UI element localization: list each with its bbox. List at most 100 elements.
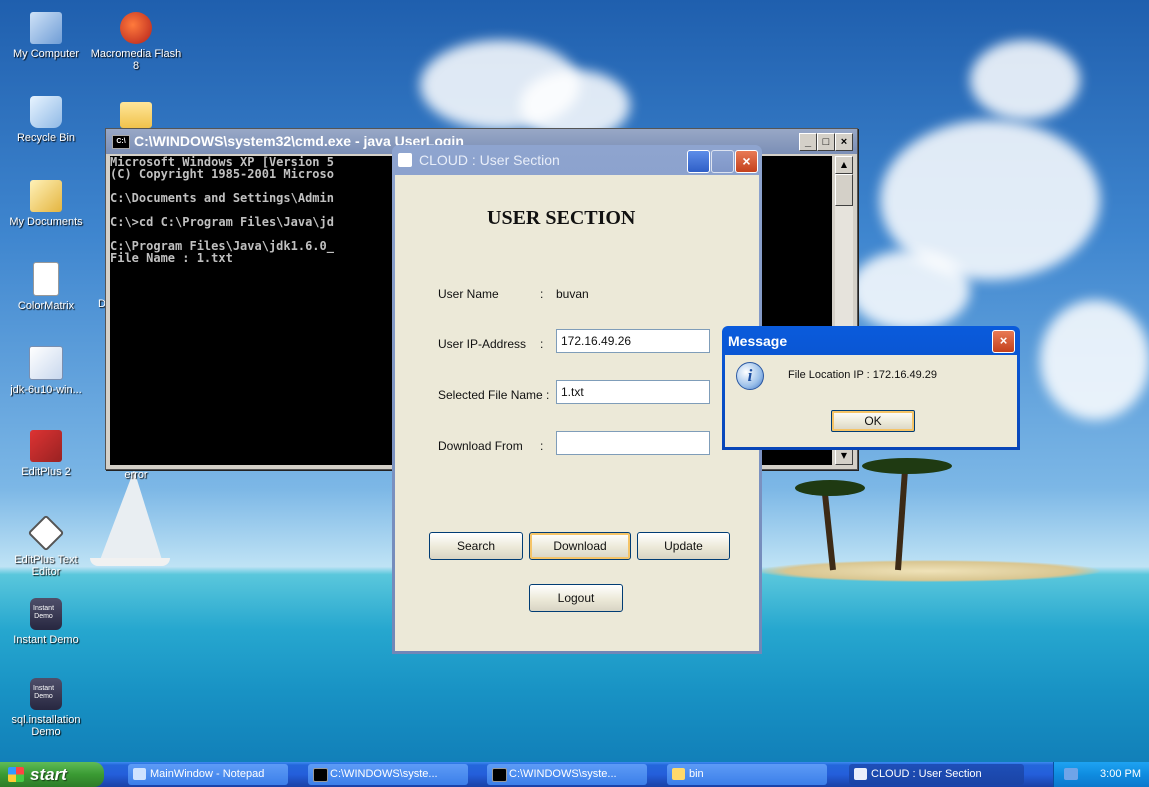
desktop-icon-label: sql.installation Demo xyxy=(11,714,81,738)
cloud-shape xyxy=(1040,300,1149,420)
desktop-icon-jdk-installer[interactable]: jdk-6u10-win... xyxy=(0,346,92,396)
taskbar-item-notepad[interactable]: MainWindow - Notepad xyxy=(128,764,288,785)
scroll-thumb[interactable] xyxy=(835,174,853,206)
minimize-button[interactable]: _ xyxy=(799,133,817,151)
desktop-icon-macromedia-flash[interactable]: Macromedia Flash 8 xyxy=(90,12,182,72)
desktop-icon-label: My Computer xyxy=(12,48,80,60)
desktop-icon-my-documents[interactable]: My Documents xyxy=(0,180,92,228)
update-button[interactable]: Update xyxy=(637,532,730,560)
network-icon[interactable] xyxy=(1064,768,1078,780)
boat-hull xyxy=(90,558,170,566)
desktop-icon-label: Recycle Bin xyxy=(16,132,76,144)
cloud-shape xyxy=(850,250,970,330)
cloud-user-section-window[interactable]: CLOUD : User Section × USER SECTION User… xyxy=(392,145,762,654)
taskbar-item-label: MainWindow - Notepad xyxy=(150,768,265,780)
user-name-value: buvan xyxy=(556,287,589,301)
cloud-title-bar[interactable]: CLOUD : User Section × xyxy=(392,145,762,175)
close-button[interactable]: × xyxy=(992,330,1015,353)
desktop-icon-editplus-2[interactable]: EditPlus 2 xyxy=(0,430,92,478)
console-icon: C:\ xyxy=(112,135,130,149)
taskbar-item-cloud-user-section[interactable]: CLOUD : User Section xyxy=(849,764,1024,785)
recycle-bin-icon xyxy=(30,96,62,128)
start-button[interactable]: start xyxy=(0,762,104,787)
palm-tree xyxy=(821,490,836,571)
minimize-button[interactable] xyxy=(687,150,710,173)
notepad-icon xyxy=(133,768,146,780)
desktop: My Computer Macromedia Flash 8 Recycle B… xyxy=(0,0,1149,787)
instant-demo-icon: Instant Demo xyxy=(30,598,62,630)
taskbar: start MainWindow - Notepad C:\WINDOWS\sy… xyxy=(0,762,1149,787)
message-title-bar[interactable]: Message × xyxy=(722,326,1020,355)
folder-icon xyxy=(120,102,152,128)
ip-address-field[interactable]: 172.16.49.26 xyxy=(556,329,710,353)
maximize-button[interactable]: □ xyxy=(817,133,835,151)
clock[interactable]: 3:00 PM xyxy=(1100,762,1141,787)
selected-file-label: Selected File Name : xyxy=(438,388,550,402)
palm-leaves xyxy=(795,480,865,496)
desktop-icon-label: Macromedia Flash 8 xyxy=(90,48,182,72)
message-dialog[interactable]: Message × i File Location IP : 172.16.49… xyxy=(722,326,1020,450)
download-from-label: Download From xyxy=(438,439,523,453)
selected-file-field[interactable]: 1.txt xyxy=(556,380,710,404)
message-text: File Location IP : 172.16.49.29 xyxy=(788,369,938,381)
system-tray: 3:00 PM xyxy=(1053,762,1149,787)
island xyxy=(760,560,1100,582)
documents-folder-icon xyxy=(30,180,62,212)
taskbar-item-cmd-1[interactable]: C:\WINDOWS\syste... xyxy=(308,764,468,785)
palm-tree xyxy=(895,470,908,571)
maximize-button xyxy=(711,150,734,173)
java-icon xyxy=(398,153,412,167)
user-name-label: User Name xyxy=(438,287,499,301)
taskbar-item-label: C:\WINDOWS\syste... xyxy=(509,768,617,780)
cloud-window-title: CLOUD : User Section xyxy=(419,152,560,168)
desktop-icon-label: My Documents xyxy=(9,216,83,228)
sailboat xyxy=(100,470,162,560)
windows-logo-icon xyxy=(8,767,24,782)
desktop-icon-folder[interactable] xyxy=(90,96,182,132)
close-button[interactable]: × xyxy=(735,150,758,173)
editor-shortcut-icon xyxy=(27,514,65,552)
download-from-field[interactable] xyxy=(556,431,710,455)
desktop-icon-label: EditPlus Text Editor xyxy=(14,554,78,578)
user-name-separator: : xyxy=(540,287,544,301)
close-button[interactable]: × xyxy=(835,133,853,151)
scroll-up-arrow-icon[interactable]: ▲ xyxy=(835,156,853,174)
desktop-icon-sql-installation-demo[interactable]: Instant Demo sql.installation Demo xyxy=(0,678,92,738)
java-installer-icon xyxy=(29,346,63,380)
taskbar-item-label: CLOUD : User Section xyxy=(871,768,982,780)
taskbar-item-label: C:\WINDOWS\syste... xyxy=(330,768,438,780)
console-icon xyxy=(492,768,507,782)
taskbar-item-cmd-2[interactable]: C:\WINDOWS\syste... xyxy=(487,764,647,785)
taskbar-item-bin[interactable]: bin xyxy=(667,764,827,785)
start-label: start xyxy=(30,765,67,784)
ip-address-label: User IP-Address xyxy=(438,337,527,351)
desktop-icon-recycle-bin[interactable]: Recycle Bin xyxy=(0,96,92,144)
partial-desktop-label: D xyxy=(66,298,106,310)
flash-icon xyxy=(120,12,152,44)
download-from-separator: : xyxy=(540,439,544,453)
editplus-icon xyxy=(30,430,62,462)
desktop-icon-label: Instant Demo xyxy=(13,634,79,646)
cloud-shape xyxy=(970,40,1080,120)
taskbar-item-label: bin xyxy=(689,768,704,780)
desktop-icon-label: error xyxy=(124,469,148,481)
desktop-icon-error[interactable]: error xyxy=(90,469,182,481)
console-icon xyxy=(313,768,328,782)
computer-icon xyxy=(30,12,62,44)
download-button[interactable]: Download xyxy=(529,532,631,560)
palm-leaves xyxy=(862,458,952,474)
desktop-icon-instant-demo[interactable]: Instant Demo Instant Demo xyxy=(0,598,92,646)
logout-button[interactable]: Logout xyxy=(529,584,623,612)
desktop-icon-label: EditPlus 2 xyxy=(21,466,71,478)
desktop-icon-label: jdk-6u10-win... xyxy=(10,384,82,396)
cloud-window-body: USER SECTION User Name : buvan User IP-A… xyxy=(395,175,759,651)
instant-demo-icon: Instant Demo xyxy=(30,678,62,710)
document-icon xyxy=(33,262,59,296)
java-icon xyxy=(854,768,867,780)
info-icon: i xyxy=(736,362,764,390)
search-button[interactable]: Search xyxy=(429,532,523,560)
message-title: Message xyxy=(728,333,788,349)
ok-button[interactable]: OK xyxy=(831,410,915,432)
desktop-icon-my-computer[interactable]: My Computer xyxy=(0,12,92,60)
desktop-icon-editplus-text-editor[interactable]: EditPlus Text Editor xyxy=(0,514,92,578)
